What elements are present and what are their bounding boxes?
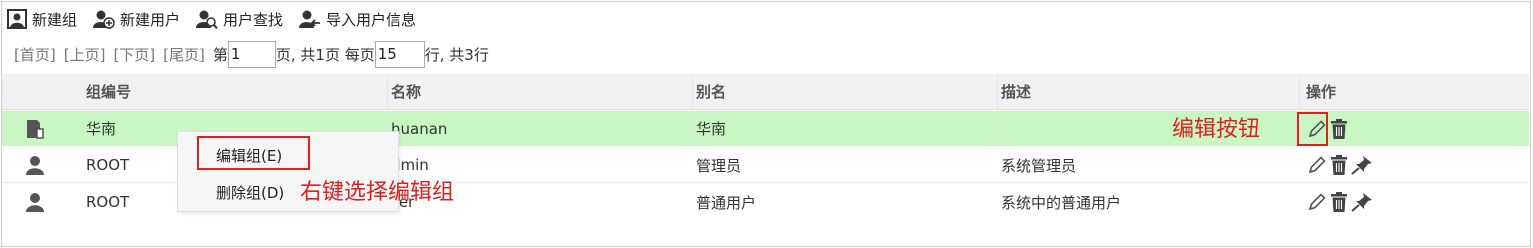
new-group-label: 新建组 bbox=[32, 10, 78, 29]
header-group-id[interactable]: 组编号 bbox=[84, 74, 384, 109]
pin-icon[interactable] bbox=[1350, 191, 1374, 213]
new-user-button[interactable]: 新建用户 bbox=[93, 9, 180, 30]
annotation-right-click: 右键选择编辑组 bbox=[300, 180, 455, 205]
pager: [首页] [上页] [下页] [尾页] 第 页, 共1页 每页 行, 共3行 bbox=[14, 40, 489, 68]
toolbar: 新建组 新建用户 用户查找 导入用户信息 bbox=[7, 6, 432, 32]
group-building-icon bbox=[24, 111, 54, 146]
page-number-input[interactable] bbox=[227, 40, 276, 68]
new-group-button[interactable]: 新建组 bbox=[7, 9, 77, 30]
page-prefix: 第 bbox=[212, 45, 228, 64]
header-description[interactable]: 描述 bbox=[999, 74, 1299, 109]
last-page-link[interactable]: [尾页] bbox=[163, 44, 205, 65]
first-page-link[interactable]: [首页] bbox=[14, 44, 56, 65]
edit-pencil-icon[interactable] bbox=[1306, 154, 1328, 176]
find-user-button[interactable]: 用户查找 bbox=[196, 9, 283, 30]
next-page-link[interactable]: [下页] bbox=[113, 44, 155, 65]
cell-alias: 管理员 bbox=[696, 156, 742, 175]
column-divider bbox=[1299, 74, 1300, 109]
cell-description: 系统管理员 bbox=[1001, 156, 1077, 175]
find-user-label: 用户查找 bbox=[223, 10, 284, 29]
column-divider bbox=[692, 74, 693, 109]
delete-trash-icon[interactable] bbox=[1329, 191, 1349, 213]
import-user-label: 导入用户信息 bbox=[326, 10, 417, 29]
prev-page-link[interactable]: [上页] bbox=[64, 44, 106, 65]
cell-name: huanan bbox=[391, 119, 448, 138]
new-user-label: 新建用户 bbox=[120, 10, 181, 29]
cell-alias: 华南 bbox=[696, 120, 727, 138]
delete-trash-icon[interactable] bbox=[1329, 118, 1349, 140]
highlight-box-edit-button bbox=[1297, 112, 1328, 146]
column-divider bbox=[997, 74, 998, 109]
row-actions bbox=[1304, 184, 1504, 220]
find-user-icon bbox=[196, 10, 218, 29]
user-icon bbox=[24, 148, 54, 182]
size-suffix: 行, 共3行 bbox=[424, 45, 489, 64]
highlight-box-edit-menu bbox=[197, 136, 310, 170]
header-name[interactable]: 名称 bbox=[389, 74, 689, 109]
new-group-icon bbox=[7, 9, 27, 29]
row-actions bbox=[1304, 111, 1504, 146]
header-operations: 操作 bbox=[1306, 83, 1337, 101]
cell-description: 系统中的普通用户 bbox=[1001, 193, 1122, 212]
cell-alias: 普通用户 bbox=[696, 193, 757, 212]
user-icon bbox=[24, 184, 54, 220]
column-divider bbox=[997, 111, 998, 146]
menu-item-delete-group[interactable]: 删除组(D) bbox=[216, 175, 284, 209]
page-size-input[interactable] bbox=[374, 40, 425, 68]
edit-pencil-icon[interactable] bbox=[1306, 191, 1328, 213]
header-alias[interactable]: 别名 bbox=[694, 74, 994, 109]
new-user-icon bbox=[93, 10, 115, 29]
delete-trash-icon[interactable] bbox=[1329, 154, 1349, 176]
row-actions bbox=[1304, 148, 1504, 182]
annotation-edit-button: 编辑按钮 bbox=[1172, 117, 1261, 142]
import-user-icon bbox=[299, 10, 321, 28]
column-divider bbox=[387, 74, 388, 109]
page-suffix: 页, 共1页 每页 bbox=[275, 45, 375, 64]
import-user-button[interactable]: 导入用户信息 bbox=[299, 9, 416, 30]
column-divider bbox=[692, 111, 693, 146]
table-header: 组编号 名称 别名 描述 操作 bbox=[2, 74, 1529, 110]
pin-icon[interactable] bbox=[1350, 154, 1374, 176]
